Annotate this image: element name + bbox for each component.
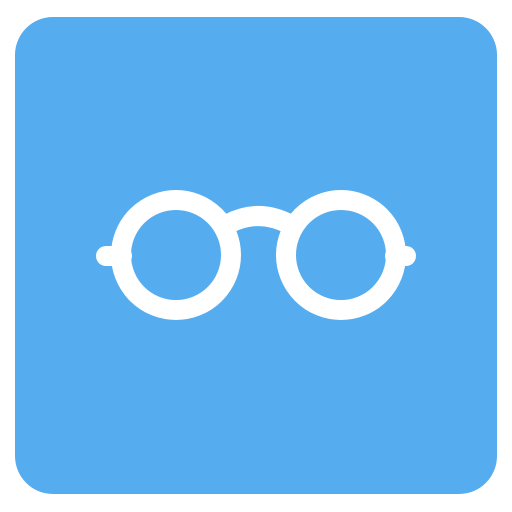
icon-canvas (0, 0, 512, 512)
app-icon-tile (15, 17, 497, 494)
